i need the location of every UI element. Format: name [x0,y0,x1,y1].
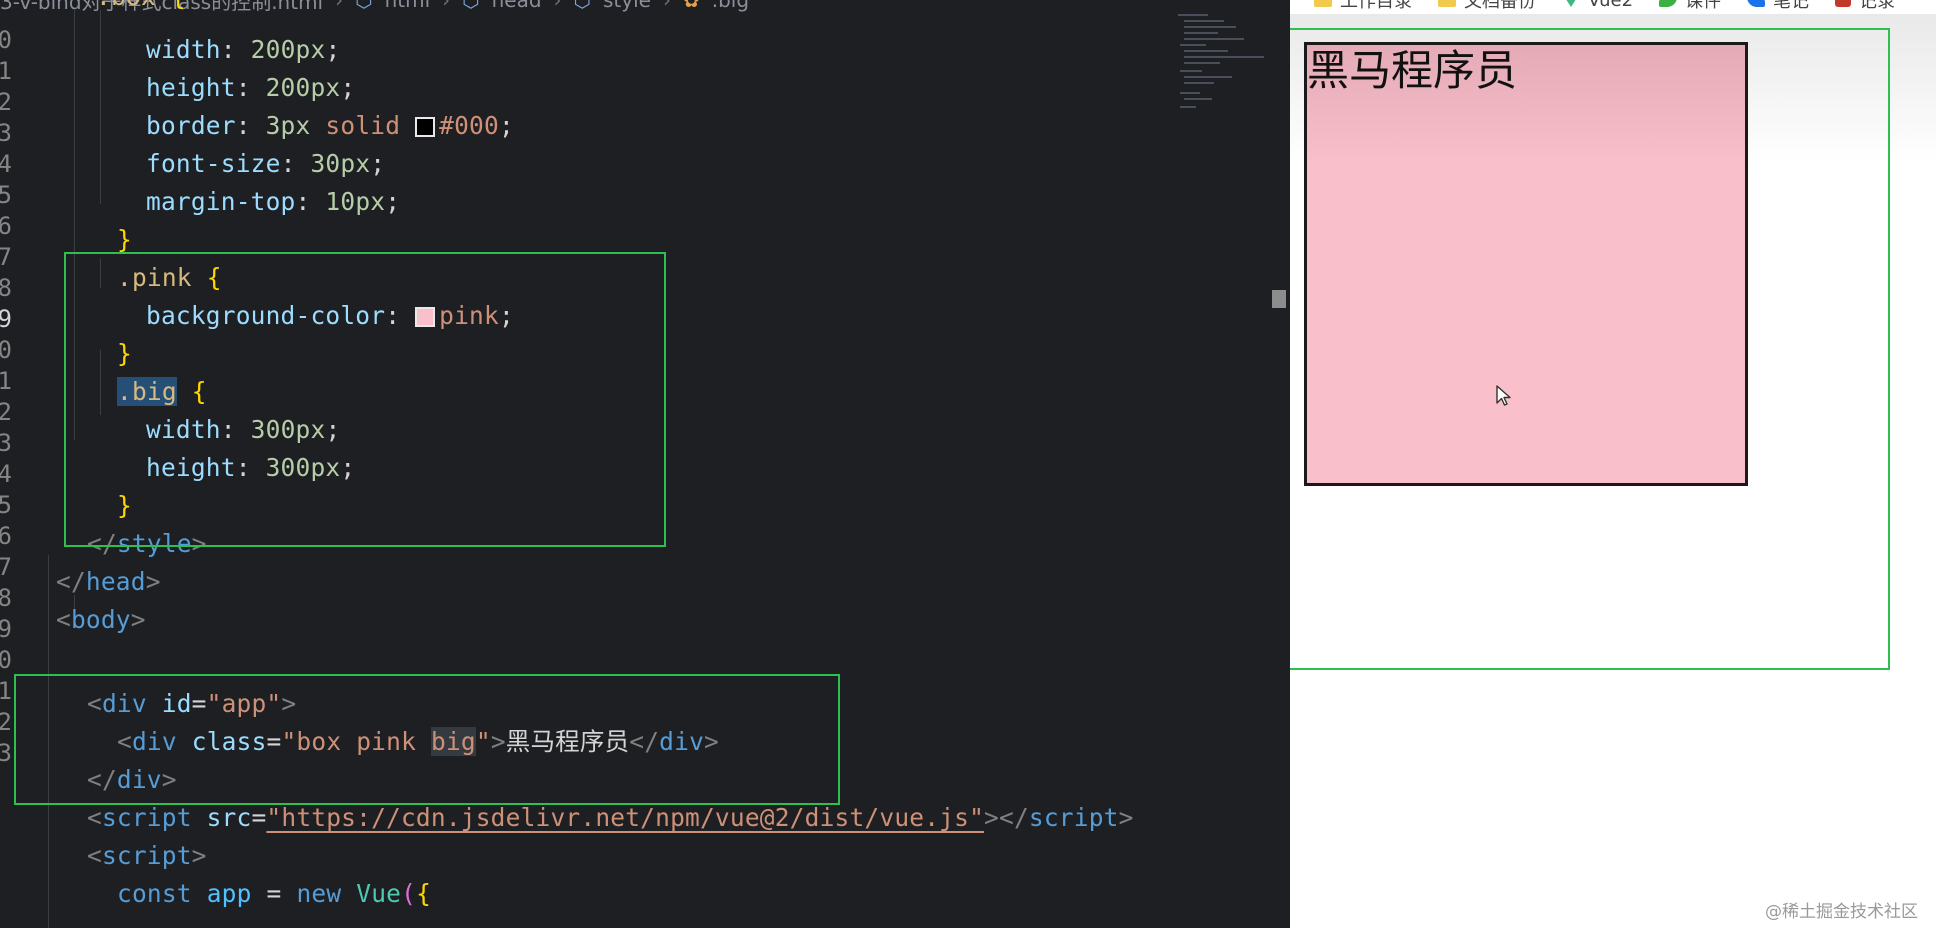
cdn-url-link[interactable]: "https://cdn.jsdelivr.net/npm/vue@2/dist… [266,803,984,832]
breadcrumb-style[interactable]: style [603,0,651,12]
code-line[interactable]: margin-top: 10px; [146,183,400,221]
breadcrumb-selector[interactable]: .big [712,0,749,12]
box-icon [1835,0,1852,7]
breadcrumb: 3-v-bind对于样式class的控制.html › ⬡ html › ⬡ h… [0,0,1290,14]
bookmark-item[interactable]: 记录 [1835,0,1895,13]
breadcrumb-html[interactable]: html [385,0,431,12]
highlight-box-css-rules [64,252,666,547]
color-swatch-black[interactable] [415,117,436,137]
scrollbar-thumb[interactable] [1272,290,1286,308]
line-number: 3 [0,739,12,767]
code-editor[interactable]: 3-v-bind对于样式class的控制.html › ⬡ html › ⬡ h… [0,0,1290,928]
watermark: @稀土掘金技术社区 [1765,902,1918,922]
bookmark-item[interactable]: 工作目录 [1314,0,1412,13]
head-icon: ⬡ [462,0,480,12]
bookmark-item[interactable]: 课件 [1659,0,1721,13]
line-number-gutter: 0 1 2 3 4 5 6 7 8 9 0 1 2 3 4 5 6 7 8 9 … [0,0,12,928]
code-line[interactable]: .box { [96,0,186,16]
code-line[interactable]: border: 3px solid #000; [146,107,514,145]
folder-icon [1314,0,1332,7]
highlight-box-html-markup [14,674,840,805]
css-selector-icon: ✿ [682,0,700,12]
bird-icon [1747,0,1766,7]
code-line[interactable]: font-size: 30px; [146,145,385,183]
bookmarks-bar: 工作目录 文档备份 Vue2 课件 笔记 记录 [1290,0,1936,14]
bookmark-label: 工作目录 [1340,0,1412,12]
code-line[interactable]: height: 200px; [146,69,355,107]
bookmark-label: 笔记 [1773,0,1810,12]
bookmark-item[interactable]: 文档备份 [1438,0,1536,13]
bookmark-label: 课件 [1685,0,1722,12]
bookmark-item[interactable]: Vue2 [1562,0,1633,11]
vue-logo-icon [1562,0,1580,7]
bookmark-label: 记录 [1859,0,1896,12]
breadcrumb-head[interactable]: head [492,0,542,12]
code-line[interactable]: const app = new Vue({ [117,875,431,913]
code-line[interactable]: </head> [56,563,161,601]
style-icon: ⬡ [573,0,592,12]
minimap[interactable] [1178,14,1268,114]
browser-preview: 工作目录 文档备份 Vue2 课件 笔记 记录 黑马程序员 @稀土掘金技术社区 [1290,0,1936,928]
bookmark-item[interactable]: 笔记 [1747,0,1809,13]
folder-icon [1438,0,1456,7]
html-icon: ⬡ [355,0,373,12]
leaf-icon [1659,0,1678,7]
code-line[interactable]: <script> [87,837,207,875]
bookmark-label: Vue2 [1588,0,1634,11]
code-line[interactable]: width: 200px; [146,31,340,69]
highlight-box-preview [1290,28,1890,670]
bookmark-label: 文档备份 [1464,0,1536,12]
code-line[interactable]: <body> [56,601,146,639]
